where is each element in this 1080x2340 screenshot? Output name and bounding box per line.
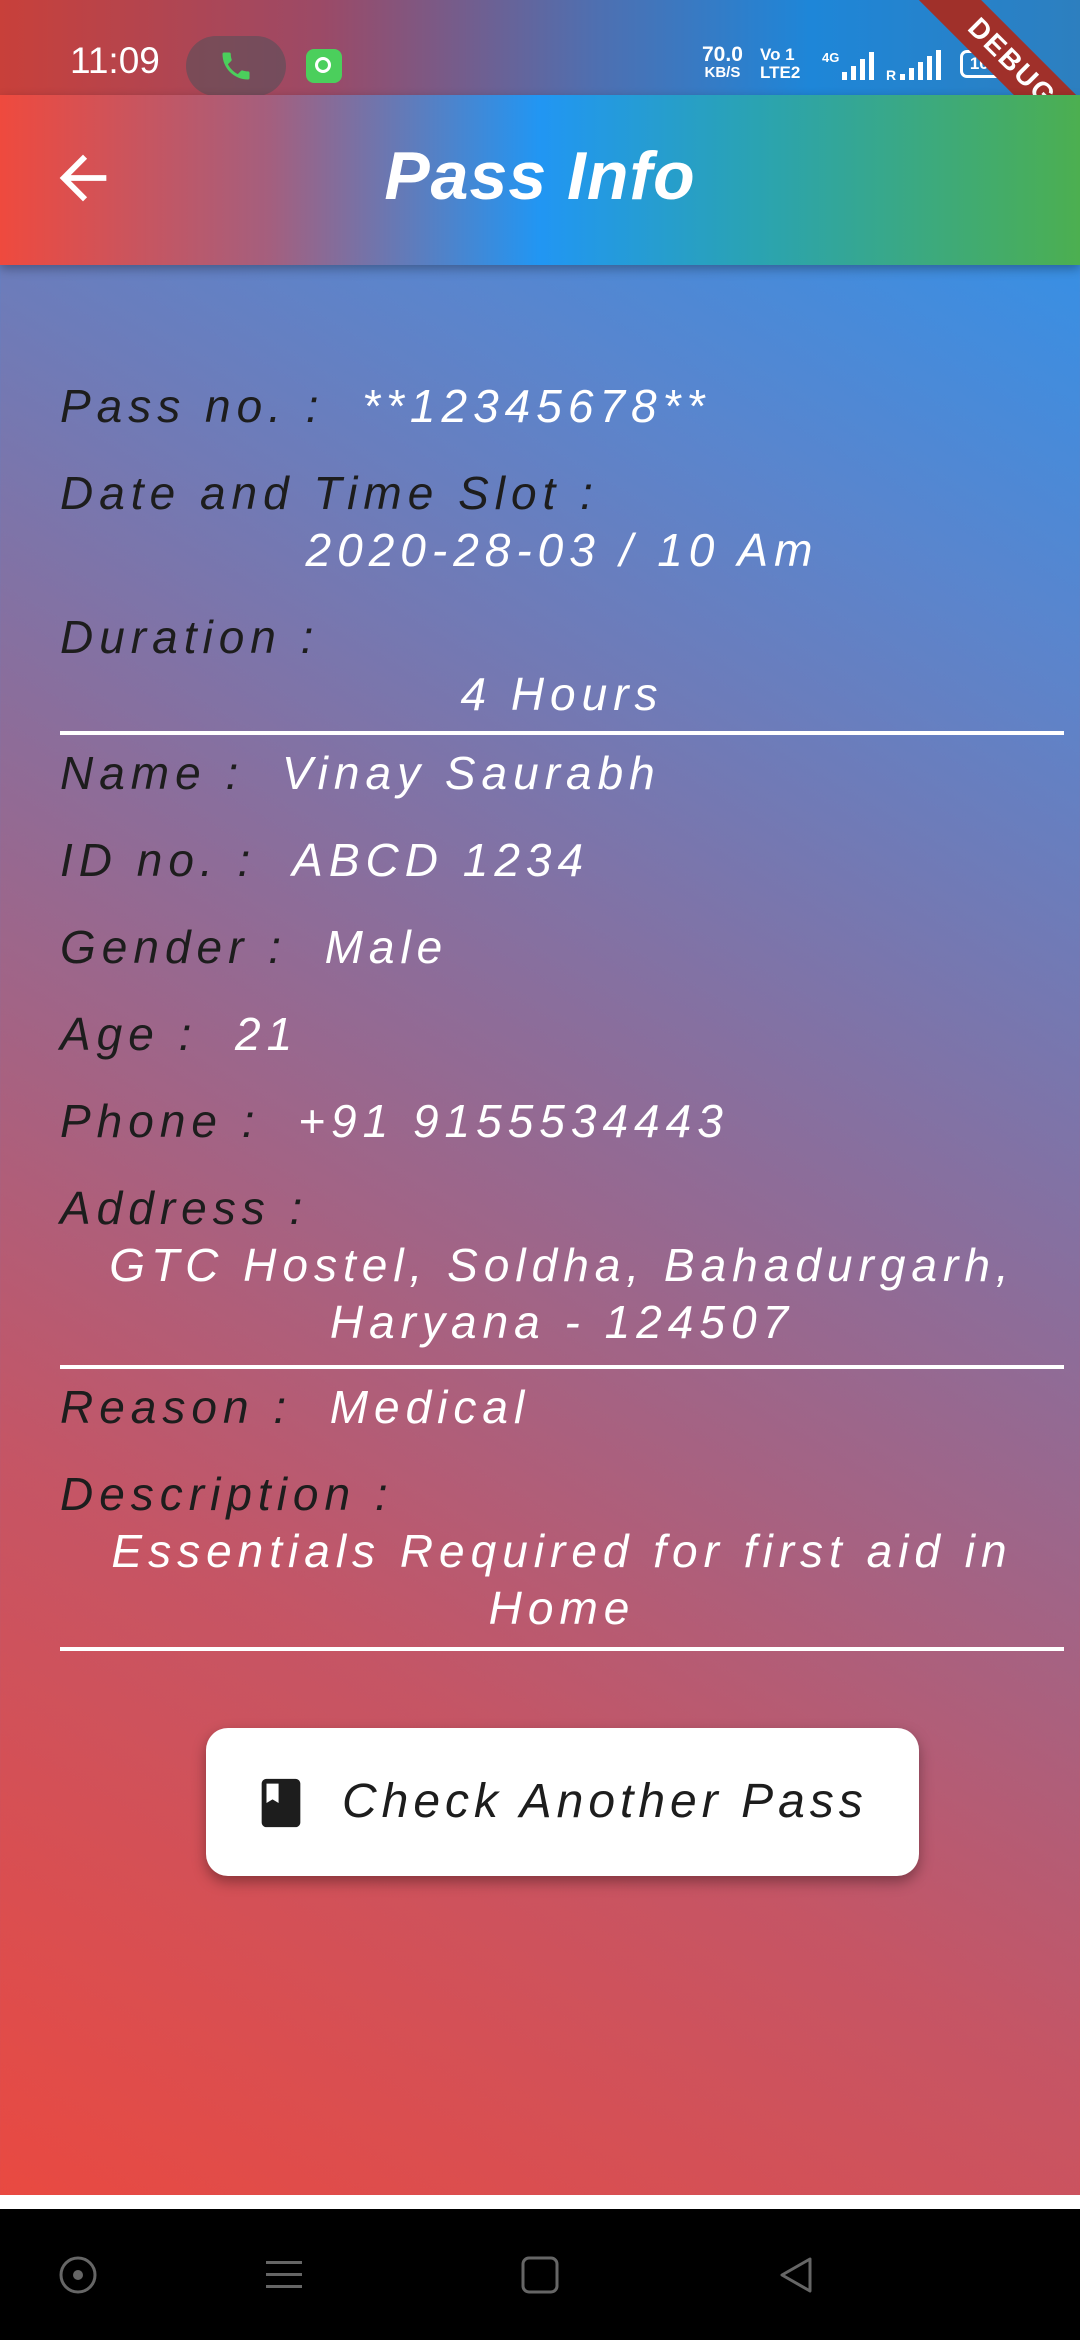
pass-number-value: **12345678** [362, 380, 711, 432]
ongoing-call-indicator[interactable] [186, 36, 286, 96]
gender-value: Male [324, 921, 449, 973]
description-label: Description : [60, 1468, 394, 1520]
bottom-strip [0, 2195, 1080, 2209]
divider [60, 731, 1064, 735]
svg-text:R: R [886, 67, 896, 82]
name-value: Vinay Saurabh [281, 747, 661, 799]
phone-label: Phone : [60, 1095, 261, 1147]
id-row: ID no. : ABCD 1234 [60, 832, 1064, 889]
name-label: Name : [60, 747, 245, 799]
duration-value: 4 Hours [460, 668, 664, 720]
system-nav-bar [0, 2209, 1080, 2340]
reason-value: Medical [329, 1381, 531, 1433]
name-row: Name : Vinay Saurabh [60, 745, 1064, 802]
back-icon[interactable] [774, 2253, 818, 2297]
app-bar: Pass Info [0, 95, 1080, 265]
menu-icon[interactable] [262, 2253, 306, 2297]
check-another-pass-label: Check Another Pass [342, 1775, 868, 1828]
signal-icon: 4G [822, 50, 874, 80]
divider [60, 1647, 1064, 1651]
chat-bubble-icon [306, 49, 342, 83]
id-label: ID no. : [60, 834, 257, 886]
network-speed: 70.0 KB/S [702, 43, 743, 81]
duration-label: Duration : [60, 611, 320, 663]
pass-details: Pass no. : **12345678** Date and Time Sl… [60, 265, 1064, 1651]
phone-call-icon [222, 52, 250, 80]
phone-value: +91 9155534443 [298, 1095, 729, 1147]
description-line-2: Home [488, 1582, 636, 1634]
assistant-icon[interactable] [56, 2253, 100, 2297]
volte-indicator: Vo 1 LTE2 [760, 45, 801, 82]
description-line-1: Essentials Required for first aid in [111, 1525, 1013, 1577]
pass-number-row: Pass no. : **12345678** [60, 378, 1064, 435]
age-label: Age : [60, 1008, 198, 1060]
reason-row: Reason : Medical [60, 1379, 1064, 1436]
book-icon [261, 1778, 301, 1828]
check-another-pass-button[interactable]: Check Another Pass [206, 1728, 919, 1876]
age-row: Age : 21 [60, 1006, 1064, 1063]
page-title: Pass Info [384, 138, 696, 214]
phone-row: Phone : +91 9155534443 [60, 1093, 1064, 1150]
slot-value: 2020-28-03 / 10 Am [305, 524, 819, 576]
gender-row: Gender : Male [60, 919, 1064, 976]
reason-label: Reason : [60, 1381, 293, 1433]
address-line-2: Haryana - 124507 [329, 1296, 795, 1348]
status-time: 11:09 [70, 40, 160, 81]
signal-icon: R [886, 50, 941, 82]
svg-text:4G: 4G [822, 50, 839, 65]
address-label: Address : [60, 1182, 309, 1234]
gender-label: Gender : [60, 921, 287, 973]
status-bar: 11:09 70.0 KB/S Vo 1 LTE2 4G R 100 DEBUG [0, 0, 1080, 170]
pass-number-label: Pass no. : [60, 380, 325, 432]
slot-label: Date and Time Slot : [60, 467, 599, 519]
age-value: 21 [234, 1008, 299, 1060]
home-icon[interactable] [518, 2253, 562, 2297]
address-line-1: GTC Hostel, Soldha, Bahadurgarh, [109, 1239, 1015, 1291]
divider [60, 1365, 1064, 1369]
id-value: ABCD 1234 [292, 834, 590, 886]
